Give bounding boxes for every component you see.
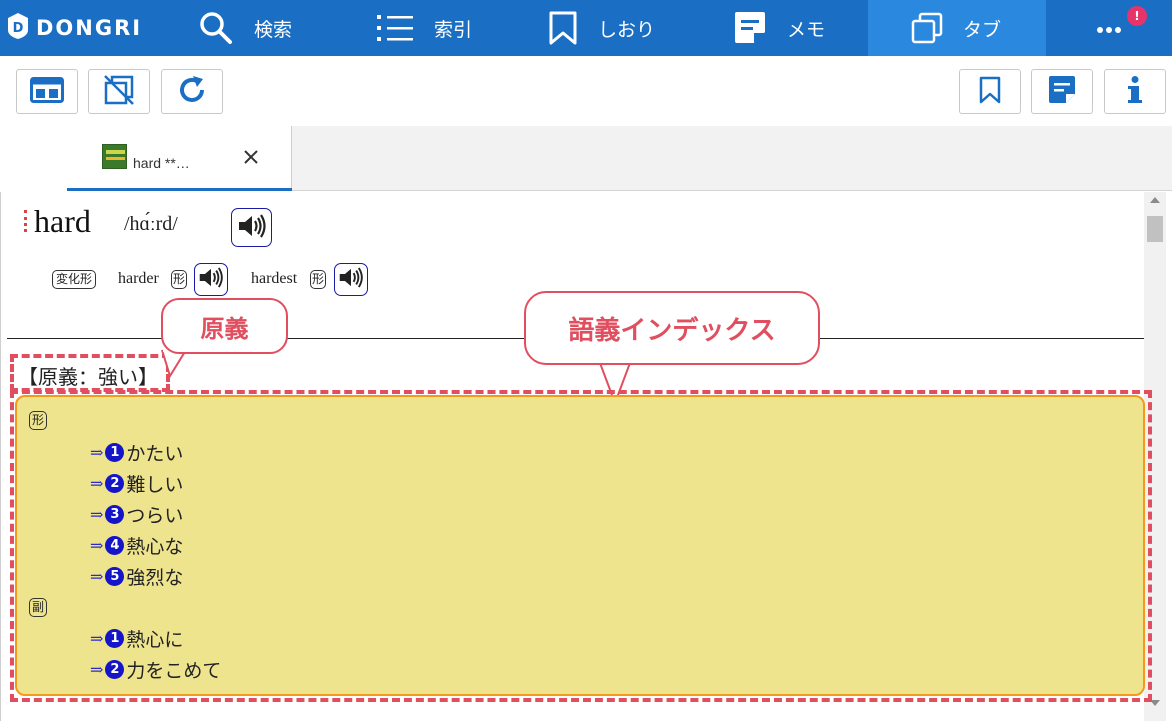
headword: hard: [34, 203, 91, 239]
arrow-icon: ⇒: [90, 474, 104, 493]
superlative-pos-label: 形: [310, 270, 327, 289]
sense-link[interactable]: ⇒ 1 熱心に: [90, 625, 183, 652]
nav-search-label: 検索: [254, 18, 293, 41]
more-icon: [1096, 17, 1122, 39]
memo-icon: [1047, 75, 1077, 109]
sense-index-panel: [15, 395, 1145, 696]
close-all-tabs-icon: [104, 74, 134, 109]
sense-text: 熱心な: [126, 536, 184, 558]
tabs-icon: [911, 12, 943, 44]
sense-text: 力をこめて: [126, 660, 222, 682]
info-button[interactable]: [1104, 69, 1166, 114]
tab-hard[interactable]: hard **…: [0, 126, 292, 191]
sense-number: 5: [105, 567, 125, 586]
app-logo[interactable]: D DONGRI: [6, 0, 142, 56]
layout-button[interactable]: [16, 69, 78, 114]
logo-text: DONGRI: [36, 16, 143, 40]
close-icon[interactable]: [240, 146, 262, 168]
sense-index-callout: 語義インデックス: [524, 291, 820, 365]
sense-link[interactable]: ⇒ 5 強烈な: [90, 563, 183, 590]
arrow-icon: ⇒: [90, 567, 104, 586]
pos-label-adjective: 形: [29, 411, 48, 430]
nav-tabs[interactable]: タブ: [868, 0, 1046, 56]
nav-memo[interactable]: メモ: [733, 0, 863, 56]
arrow-icon: ⇒: [90, 443, 104, 462]
add-bookmark-button[interactable]: [959, 69, 1021, 114]
tab-label: hard **…: [133, 155, 190, 171]
layout-icon: [30, 76, 64, 107]
nav-index-label: 索引: [434, 18, 473, 41]
tab-strip: hard **…: [0, 126, 1172, 191]
arrow-icon: ⇒: [90, 629, 104, 648]
add-memo-button[interactable]: [1031, 69, 1093, 114]
sense-text: 強烈な: [126, 567, 184, 589]
arrow-icon: ⇒: [90, 660, 104, 679]
nav-bookmarks[interactable]: しおり: [548, 0, 718, 56]
toolbar: [0, 56, 1172, 126]
speaker-icon: [338, 267, 364, 292]
memo-icon: [733, 11, 767, 45]
sense-link[interactable]: ⇒ 3 つらい: [90, 501, 183, 528]
dongri-logo-icon: D: [6, 12, 30, 44]
original-meaning-highlight: [10, 354, 170, 392]
superlative-form: hardest: [251, 270, 298, 287]
top-navigation-bar: D DONGRI 検索 索引 しおり メモ タブ !: [0, 0, 1172, 56]
pronunciation: /hɑ́ːrd/: [124, 213, 178, 235]
sense-number: 1: [105, 629, 125, 648]
superlative-speaker-button[interactable]: [334, 263, 368, 296]
sense-number: 2: [105, 474, 125, 493]
nav-memo-label: メモ: [787, 18, 826, 41]
bookmark-icon: [548, 11, 578, 45]
comparative-speaker-button[interactable]: [194, 263, 228, 296]
inflection-label: 変化形: [52, 270, 97, 289]
scroll-thumb[interactable]: [1147, 216, 1163, 242]
original-meaning-callout: 原義: [161, 298, 288, 354]
sense-number: 4: [105, 536, 125, 555]
nav-tabs-label: タブ: [963, 18, 1002, 41]
sense-number: 1: [105, 443, 125, 462]
nav-bookmarks-label: しおり: [598, 18, 656, 41]
sense-number: 2: [105, 660, 125, 679]
active-tab-indicator: [67, 188, 292, 191]
dictionary-thumbnail-icon: [102, 144, 127, 169]
speaker-icon: [237, 213, 267, 242]
comparative-pos-label: 形: [171, 270, 188, 289]
notification-badge: !: [1127, 6, 1147, 26]
sense-text: 熱心に: [126, 629, 184, 651]
sense-text: 難しい: [126, 474, 184, 496]
scroll-up-arrow-icon[interactable]: [1150, 197, 1160, 203]
headword-marker: [24, 210, 27, 232]
sense-link[interactable]: ⇒ 1 かたい: [90, 439, 183, 466]
close-all-tabs-button[interactable]: [88, 69, 150, 114]
comparative-form: harder: [118, 270, 159, 287]
sense-text: かたい: [126, 443, 184, 465]
bookmark-icon: [978, 76, 1002, 108]
sense-link[interactable]: ⇒ 4 熱心な: [90, 532, 183, 559]
sense-number: 3: [105, 505, 125, 524]
arrow-icon: ⇒: [90, 536, 104, 555]
sense-text: つらい: [126, 505, 184, 527]
sense-link[interactable]: ⇒ 2 力をこめて: [90, 656, 221, 683]
speaker-icon: [198, 267, 224, 292]
info-icon: [1125, 75, 1145, 109]
nav-search[interactable]: 検索: [198, 0, 368, 56]
sense-link[interactable]: ⇒ 2 難しい: [90, 470, 183, 497]
arrow-icon: ⇒: [90, 505, 104, 524]
search-icon: [198, 10, 234, 46]
refresh-button[interactable]: [161, 69, 223, 114]
list-icon: [376, 13, 414, 43]
pos-label-adverb: 副: [29, 598, 48, 617]
pronunciation-speaker-button[interactable]: [231, 208, 272, 247]
nav-more[interactable]: [1096, 0, 1126, 56]
svg-text:D: D: [13, 21, 24, 36]
refresh-icon: [176, 74, 208, 110]
nav-index[interactable]: 索引: [376, 0, 536, 56]
